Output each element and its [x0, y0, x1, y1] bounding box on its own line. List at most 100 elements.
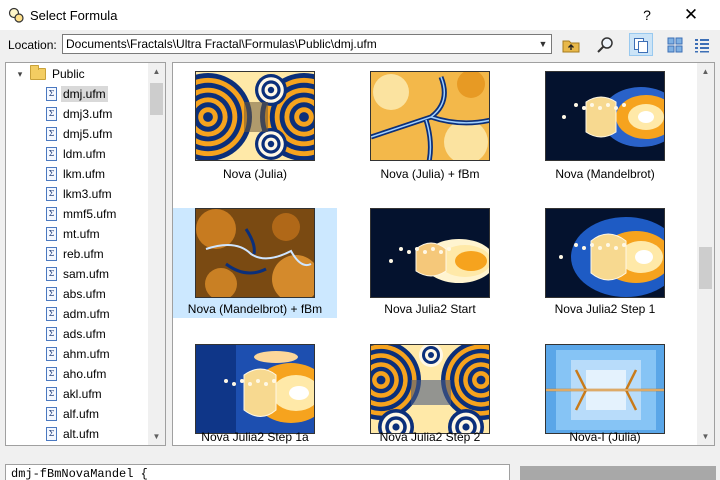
formula-file-icon: Σ [46, 107, 57, 121]
formula-thumbnail[interactable]: Nova Julia2 Step 2 [348, 336, 512, 444]
formula-label: Nova (Julia) + fBm [380, 167, 480, 181]
fractal-preview-image [370, 71, 490, 161]
parent-folder-button[interactable] [559, 33, 583, 56]
tree-file-item[interactable]: Σalt.ufm [46, 424, 101, 444]
tree-file-item[interactable]: Σldm.ufm [46, 144, 108, 164]
formula-file-icon: Σ [46, 187, 57, 201]
list-view-icon [695, 38, 709, 52]
folder-icon [30, 65, 46, 80]
list-view-button[interactable] [690, 33, 714, 56]
tree-file-label: adm.ufm [63, 307, 110, 321]
tree-file-item[interactable]: Σlkm3.ufm [46, 184, 114, 204]
thumbnail-view-button[interactable] [663, 33, 687, 56]
formula-app-icon [8, 7, 24, 23]
scroll-down-icon[interactable]: ▼ [697, 428, 714, 445]
search-button[interactable] [593, 33, 617, 56]
formula-thumbnail[interactable]: Nova Julia2 Step 1 [523, 208, 687, 318]
title-bar: Select Formula ? ✕ [0, 0, 720, 30]
formula-file-icon: Σ [46, 87, 57, 101]
tree-file-label: sam.ufm [63, 267, 110, 281]
tree-file-label: ads.ufm [63, 327, 106, 341]
scroll-thumb[interactable] [699, 247, 712, 289]
formula-file-icon: Σ [46, 347, 57, 361]
tree-file-item[interactable]: Σdmj5.ufm [46, 124, 114, 144]
formula-file-icon: Σ [46, 227, 57, 241]
fractal-preview-image [195, 71, 315, 161]
location-bar: Location: Documents\Fractals\Ultra Fract… [0, 30, 720, 60]
scroll-thumb[interactable] [150, 83, 163, 115]
formula-label: Nova (Mandelbrot) + fBm [187, 302, 323, 316]
formula-grid[interactable]: Nova (Julia) Nova (Julia) + fBm Nova (Mand… [172, 62, 715, 446]
fractal-preview-image [370, 344, 490, 434]
tree-file-label: alf.ufm [63, 407, 100, 421]
formula-thumbnail[interactable]: Nova (Mandelbrot) + fBm [173, 208, 337, 318]
formula-label: Nova Julia2 Step 1a [201, 430, 309, 444]
formula-thumbnail[interactable]: Nova Julia2 Start [348, 208, 512, 318]
formula-thumbnail[interactable]: Nova (Julia) + fBm [348, 63, 512, 181]
tree-file-label: dmj3.ufm [63, 107, 113, 121]
location-label: Location: [8, 38, 57, 52]
tree-file-label: reb.ufm [63, 247, 104, 261]
tree-file-item[interactable]: Σabs.ufm [46, 284, 108, 304]
formula-file-icon: Σ [46, 147, 57, 161]
formula-thumbnail[interactable]: Nova Julia2 Step 1a [173, 336, 337, 444]
tree-file-item[interactable]: Σalf.ufm [46, 404, 101, 424]
tree-file-label: lkm.ufm [63, 167, 105, 181]
scroll-down-icon[interactable]: ▼ [148, 428, 165, 445]
formula-file-icon: Σ [46, 127, 57, 141]
folder-tree[interactable]: ▾ Public Σdmj.ufm Σdmj3.ufm Σdmj5.ufm Σldm.… [5, 62, 166, 446]
tree-file-label: dmj.ufm [61, 86, 108, 102]
tree-file-item[interactable]: Σsam.ufm [46, 264, 111, 284]
tree-file-item[interactable]: Σdmj3.ufm [46, 104, 114, 124]
window-title: Select Formula [30, 7, 118, 23]
tree-file-item[interactable]: Σdmj.ufm [46, 84, 108, 104]
chevron-down-icon[interactable]: ▼ [535, 35, 551, 53]
fractal-preview-image [195, 208, 315, 298]
formula-thumbnail[interactable]: Nova (Julia) [173, 63, 337, 181]
formula-file-icon: Σ [46, 307, 57, 321]
tree-file-item[interactable]: Σmmf5.ufm [46, 204, 118, 224]
copy-pages-icon [634, 37, 648, 53]
tree-file-item[interactable]: Σahm.ufm [46, 344, 112, 364]
scroll-up-icon[interactable]: ▲ [148, 63, 165, 80]
preview-view-button[interactable] [629, 33, 653, 56]
formula-thumbnail[interactable]: Nova (Mandelbrot) [523, 63, 687, 181]
tree-file-item[interactable]: Σakl.ufm [46, 384, 104, 404]
formula-file-icon: Σ [46, 427, 57, 441]
help-button[interactable]: ? [632, 4, 662, 26]
formula-file-icon: Σ [46, 367, 57, 381]
close-button[interactable]: ✕ [676, 4, 706, 26]
grid-view-icon [667, 37, 683, 52]
folder-up-icon [562, 40, 580, 52]
formula-file-icon: Σ [46, 247, 57, 261]
tree-folder-public[interactable]: ▾ Public [6, 64, 87, 84]
formula-file-icon: Σ [46, 387, 57, 401]
formula-label: Nova (Julia) [222, 167, 288, 181]
tree-file-label: akl.ufm [63, 387, 102, 401]
formula-file-icon: Σ [46, 167, 57, 181]
tree-file-item[interactable]: Σlkm.ufm [46, 164, 107, 184]
grid-scrollbar[interactable]: ▲ ▼ [697, 63, 714, 445]
fractal-preview-image [370, 208, 490, 298]
location-combo[interactable]: Documents\Fractals\Ultra Fractal\Formula… [62, 34, 552, 54]
location-path: Documents\Fractals\Ultra Fractal\Formula… [66, 37, 377, 51]
formula-file-icon: Σ [46, 407, 57, 421]
tree-file-item[interactable]: Σaho.ufm [46, 364, 108, 384]
tree-file-label: ahm.ufm [63, 347, 110, 361]
formula-file-icon: Σ [46, 287, 57, 301]
tree-file-item[interactable]: Σreb.ufm [46, 244, 106, 264]
scroll-up-icon[interactable]: ▲ [697, 63, 714, 80]
collapse-icon[interactable]: ▾ [14, 68, 26, 80]
tree-file-item[interactable]: Σmt.ufm [46, 224, 102, 244]
formula-file-icon: Σ [46, 207, 57, 221]
tree-scrollbar[interactable]: ▲ ▼ [148, 63, 165, 445]
fractal-preview-image [545, 208, 665, 298]
preview-panel [520, 466, 716, 480]
formula-label: Nova-I (Julia) [569, 430, 641, 444]
tree-file-item[interactable]: Σads.ufm [46, 324, 108, 344]
formula-thumbnail[interactable]: Nova-I (Julia) [523, 336, 687, 444]
tree-file-label: dmj5.ufm [63, 127, 113, 141]
tree-file-item[interactable]: Σadm.ufm [46, 304, 112, 324]
tree-file-label: abs.ufm [63, 287, 106, 301]
code-preview[interactable]: dmj-fBmNovaMandel { [5, 464, 510, 480]
